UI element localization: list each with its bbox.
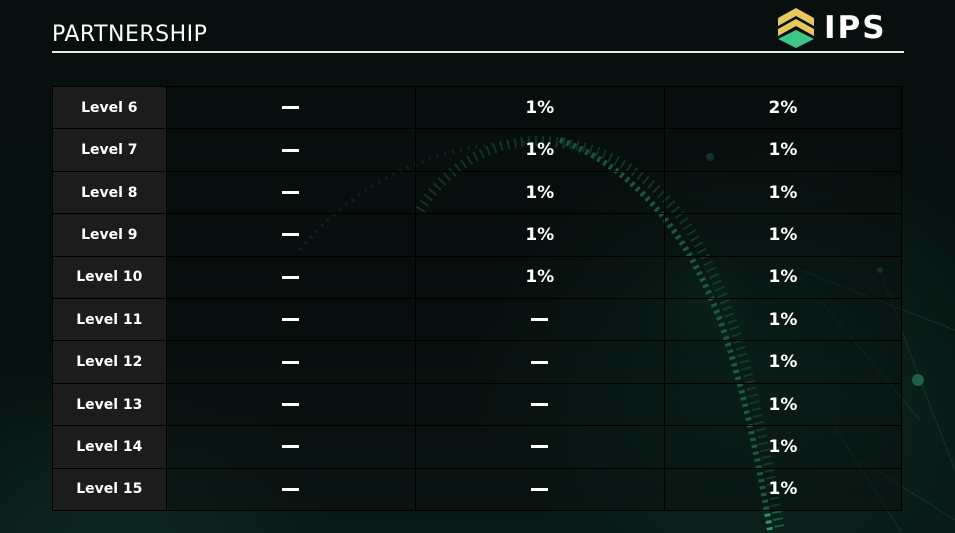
dash-icon — [282, 403, 300, 407]
percent-value: 1% — [768, 479, 798, 500]
table-row: Level 13 1% — [52, 382, 902, 426]
table-cell — [165, 383, 415, 426]
level-label-cell: Level 11 — [52, 299, 166, 341]
table-cell: 1% — [663, 171, 902, 214]
dash-icon — [531, 445, 549, 449]
percent-value: 1% — [525, 182, 555, 203]
level-label-cell: Level 9 — [52, 214, 166, 256]
table-cell: 1% — [663, 383, 902, 426]
percent-value: 1% — [525, 140, 555, 161]
percent-value: 1% — [525, 267, 555, 288]
table-cell: 1% — [414, 129, 664, 171]
table-cell — [165, 468, 415, 511]
table-row: Level 9 1% 1% — [52, 213, 902, 256]
table-cell: 1% — [414, 256, 664, 299]
table-cell — [165, 171, 415, 214]
dash-icon — [531, 487, 549, 491]
level-label-cell: Level 7 — [52, 129, 166, 171]
table-cell: 1% — [414, 87, 664, 129]
dash-icon — [282, 106, 300, 110]
level-label-cell: Level 14 — [52, 426, 166, 468]
table-row: Level 14 1% — [52, 425, 902, 468]
table-cell — [165, 256, 415, 299]
percent-value: 1% — [768, 267, 798, 288]
chevron-stack-icon — [778, 8, 814, 48]
table-cell: 1% — [663, 341, 902, 383]
table-row: Level 15 1% — [52, 467, 902, 512]
percent-value: 2% — [768, 97, 798, 118]
brand-logo: IPS — [776, 6, 887, 50]
level-label-cell: Level 10 — [52, 256, 166, 299]
level-label-cell: Level 12 — [52, 341, 166, 383]
dash-icon — [282, 318, 300, 322]
table-row: Level 11 1% — [52, 298, 902, 341]
level-label: Level 7 — [81, 142, 138, 159]
dash-icon — [282, 275, 300, 279]
percent-value: 1% — [768, 436, 798, 457]
dash-icon — [282, 148, 300, 152]
table-row: Level 7 1% 1% — [52, 128, 902, 171]
dash-icon — [282, 360, 300, 364]
partnership-levels-table: Level 6 1% 2% Level 7 1% 1% Level 8 1% 1% Level 9… — [52, 86, 902, 512]
level-label-cell: Level 13 — [52, 383, 166, 426]
table-row: Level 8 1% 1% — [52, 170, 902, 214]
table-cell — [165, 87, 415, 129]
dash-icon — [531, 403, 549, 407]
table-cell — [165, 299, 415, 341]
level-label: Level 12 — [76, 354, 143, 371]
percent-value: 1% — [525, 97, 555, 118]
table-row: Level 10 1% 1% — [52, 255, 902, 299]
percent-value: 1% — [768, 352, 798, 373]
table-cell — [165, 129, 415, 171]
table-cell — [165, 426, 415, 468]
level-label: Level 15 — [76, 481, 143, 498]
table-cell: 2% — [663, 87, 902, 129]
table-cell: 1% — [414, 214, 664, 256]
table-cell: 1% — [663, 468, 902, 511]
percent-value: 1% — [768, 182, 798, 203]
dash-icon — [282, 487, 300, 491]
dash-icon — [531, 360, 549, 364]
table-cell — [165, 214, 415, 256]
dash-icon — [282, 445, 300, 449]
table-cell: 1% — [414, 171, 664, 214]
level-label: Level 13 — [76, 396, 143, 413]
table-cell — [414, 383, 664, 426]
level-label: Level 14 — [76, 438, 143, 455]
dash-icon — [531, 318, 549, 322]
table-cell — [165, 341, 415, 383]
page-title: PARTNERSHIP — [52, 22, 208, 47]
title-underline — [52, 51, 904, 53]
table-cell — [414, 341, 664, 383]
level-label: Level 8 — [81, 184, 138, 201]
table-cell: 1% — [663, 214, 902, 256]
percent-value: 1% — [768, 224, 798, 245]
level-label-cell: Level 6 — [52, 87, 166, 129]
level-label: Level 6 — [81, 99, 138, 116]
table-cell: 1% — [663, 299, 902, 341]
dash-icon — [282, 233, 300, 237]
level-label: Level 10 — [76, 269, 143, 286]
percent-value: 1% — [768, 140, 798, 161]
level-label: Level 11 — [76, 311, 143, 328]
table-row: Level 6 1% 2% — [52, 86, 902, 129]
level-label-cell: Level 8 — [52, 171, 166, 214]
percent-value: 1% — [768, 394, 798, 415]
table-cell — [414, 426, 664, 468]
level-label: Level 9 — [81, 226, 138, 243]
dash-icon — [282, 191, 300, 195]
table-cell — [414, 299, 664, 341]
percent-value: 1% — [768, 309, 798, 330]
percent-value: 1% — [525, 224, 555, 245]
table-cell: 1% — [663, 129, 902, 171]
brand-logo-text: IPS — [824, 10, 887, 46]
table-cell: 1% — [663, 256, 902, 299]
table-cell — [414, 468, 664, 511]
table-row: Level 12 1% — [52, 340, 902, 383]
level-label-cell: Level 15 — [52, 468, 166, 511]
table-cell: 1% — [663, 426, 902, 468]
